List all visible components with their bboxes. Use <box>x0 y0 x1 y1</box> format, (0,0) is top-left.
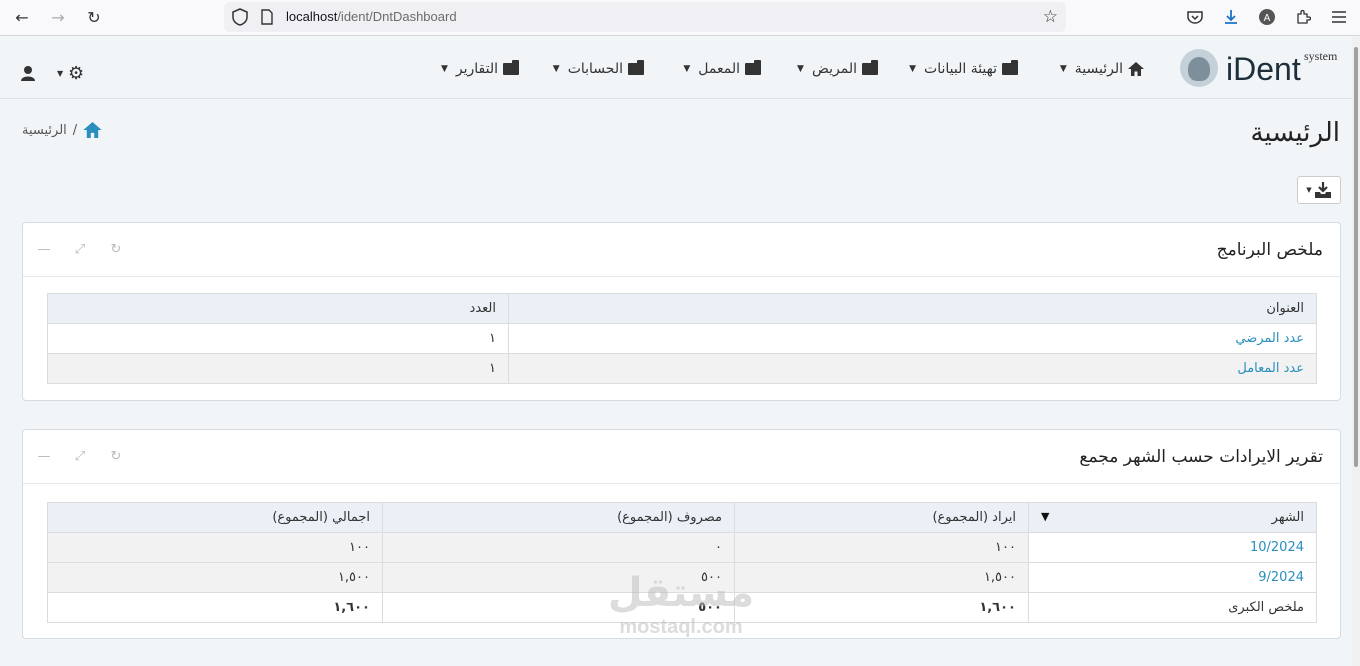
chevron-down-icon: ▼ <box>57 69 64 78</box>
gear-icon[interactable]: ⚙ <box>68 63 84 84</box>
menu-data-setup-label: تهيئة البيانات <box>924 61 997 77</box>
table-row: 10/2024 ١٠٠ ٠ ١٠٠ <box>47 532 1317 563</box>
folder-icon <box>1002 60 1018 75</box>
refresh-icon[interactable]: ↻ <box>109 450 123 464</box>
collapse-icon[interactable]: — <box>37 450 51 464</box>
summary-portlet: ملخص البرنامج — ⤢ ↻ العنوان العدد عدد ال… <box>22 222 1341 401</box>
chevron-down-icon: ▼ <box>440 64 448 74</box>
chevron-down-icon: ▼ <box>1059 64 1067 74</box>
grand-income-cell: ١,٦٠٠ <box>734 592 1029 623</box>
shield-icon <box>232 8 248 26</box>
scrollbar-thumb[interactable] <box>1354 47 1358 467</box>
download-icon[interactable] <box>1222 8 1240 26</box>
menu-patient[interactable]: المريض ▼ <box>797 60 878 77</box>
back-arrow-icon[interactable]: ← <box>11 6 33 28</box>
col-header-income[interactable]: ايراد (المجموع) <box>734 502 1029 533</box>
menu-accounts-label: الحسابات <box>567 61 623 77</box>
col-header-expense[interactable]: مصروف (المجموع) <box>382 502 735 533</box>
chevron-down-icon: ▼ <box>909 64 917 74</box>
export-download-button[interactable]: ▼ <box>1297 176 1341 204</box>
col-header-title[interactable]: العنوان <box>508 293 1317 324</box>
col-header-total[interactable]: اجمالي (المجموع) <box>47 502 383 533</box>
collapse-icon[interactable]: — <box>37 243 51 257</box>
portlet-tools: — ⤢ ↻ <box>37 243 123 257</box>
fullscreen-icon[interactable]: ⤢ <box>73 243 87 257</box>
logo-brand: iDent <box>1226 51 1301 87</box>
col-header-month[interactable]: الشهر ▼ <box>1028 502 1317 533</box>
grand-total-cell: ١,٦٠٠ <box>47 592 383 623</box>
address-bar[interactable]: localhost/ident/DntDashboard ☆ <box>224 2 1066 32</box>
refresh-icon[interactable]: ↻ <box>109 243 123 257</box>
table-row: عدد المعامل ١ <box>47 353 1317 384</box>
menu-reports-label: التقارير <box>455 61 498 77</box>
chevron-down-icon: ▼ <box>797 64 804 74</box>
app-header: iDent system الرئيسية ▼ تهيئة البيانات ▼… <box>0 37 1352 99</box>
menu-lab[interactable]: المعمل ▼ <box>683 60 761 77</box>
month-cell[interactable]: 10/2024 <box>1028 532 1317 563</box>
home-icon[interactable] <box>83 122 102 138</box>
folder-icon <box>503 60 519 75</box>
logo-suffix: system <box>1304 49 1338 63</box>
page-title: الرئيسية <box>1250 118 1340 148</box>
menu-accounts[interactable]: الحسابات ▼ <box>552 60 644 77</box>
breadcrumb-current: الرئيسية <box>22 122 67 138</box>
revenue-portlet-title: تقرير الايرادات حسب الشهر مجمع <box>1079 447 1323 467</box>
watermark-latin: mostaql.com <box>619 616 743 638</box>
forward-arrow-icon[interactable]: → <box>47 6 69 28</box>
app-logo[interactable]: iDent system <box>1180 47 1346 93</box>
grand-total-label: ملخص الكبرى <box>1028 592 1317 623</box>
account-icon[interactable]: A <box>1258 8 1276 26</box>
menu-home[interactable]: الرئيسية ▼ <box>1060 61 1144 77</box>
hamburger-menu-icon[interactable] <box>1330 8 1348 26</box>
fullscreen-icon[interactable]: ⤢ <box>73 450 87 464</box>
browser-toolbar: ← → ↻ localhost/ident/DntDashboard ☆ A <box>0 0 1360 36</box>
url-text: localhost/ident/DntDashboard <box>286 9 457 24</box>
scrollbar[interactable] <box>1352 37 1360 666</box>
month-cell[interactable]: 9/2024 <box>1028 562 1317 593</box>
menu-lab-label: المعمل <box>698 61 740 77</box>
col-header-count[interactable]: العدد <box>47 293 509 324</box>
breadcrumb-separator: / <box>72 122 78 138</box>
watermark-arabic: مستقل <box>607 570 755 616</box>
pocket-icon[interactable] <box>1186 8 1204 26</box>
summary-row-value: ١ <box>47 353 509 384</box>
summary-portlet-header: ملخص البرنامج — ⤢ ↻ <box>23 223 1340 277</box>
user-icon[interactable] <box>20 65 36 81</box>
reload-icon[interactable]: ↻ <box>83 6 105 28</box>
logo-tooth-icon <box>1188 57 1210 81</box>
watermark: مستقل mostaql.com <box>596 570 766 650</box>
chevron-down-icon: ▼ <box>683 64 691 74</box>
revenue-portlet-header: تقرير الايرادات حسب الشهر مجمع — ⤢ ↻ <box>23 430 1340 484</box>
extensions-icon[interactable] <box>1294 8 1312 26</box>
menu-home-label: الرئيسية <box>1074 61 1123 77</box>
summary-table: العنوان العدد عدد المرضي ١ عدد المعامل ١ <box>47 293 1317 384</box>
total-cell: ١,٥٠٠ <box>47 562 383 593</box>
total-cell: ١٠٠ <box>47 532 383 563</box>
svg-text:A: A <box>1264 13 1271 24</box>
chevron-down-icon: ▼ <box>552 64 560 74</box>
summary-row-value: ١ <box>47 323 509 354</box>
breadcrumb: / الرئيسية <box>22 122 102 138</box>
summary-row-label[interactable]: عدد المرضي <box>508 323 1317 354</box>
bookmark-star-icon[interactable]: ☆ <box>1043 7 1058 27</box>
folder-icon <box>862 60 878 75</box>
income-cell: ١٠٠ <box>734 532 1029 563</box>
sort-desc-icon[interactable]: ▼ <box>1041 510 1049 523</box>
portlet-tools: — ⤢ ↻ <box>37 450 123 464</box>
menu-patient-label: المريض <box>811 61 857 77</box>
menu-reports[interactable]: التقارير ▼ <box>440 60 519 77</box>
expense-cell: ٠ <box>382 532 735 563</box>
summary-portlet-title: ملخص البرنامج <box>1216 240 1323 260</box>
page-icon <box>261 9 273 25</box>
chevron-down-icon: ▼ <box>1306 186 1312 194</box>
folder-icon <box>628 60 644 75</box>
folder-icon <box>745 60 761 75</box>
income-cell: ١,٥٠٠ <box>734 562 1029 593</box>
menu-data-setup[interactable]: تهيئة البيانات ▼ <box>909 60 1018 77</box>
download-tray-icon <box>1314 182 1331 198</box>
col-header-month-label: الشهر <box>1271 510 1304 525</box>
table-row: عدد المرضي ١ <box>47 323 1317 354</box>
home-icon <box>1128 62 1144 76</box>
summary-row-label[interactable]: عدد المعامل <box>508 353 1317 384</box>
